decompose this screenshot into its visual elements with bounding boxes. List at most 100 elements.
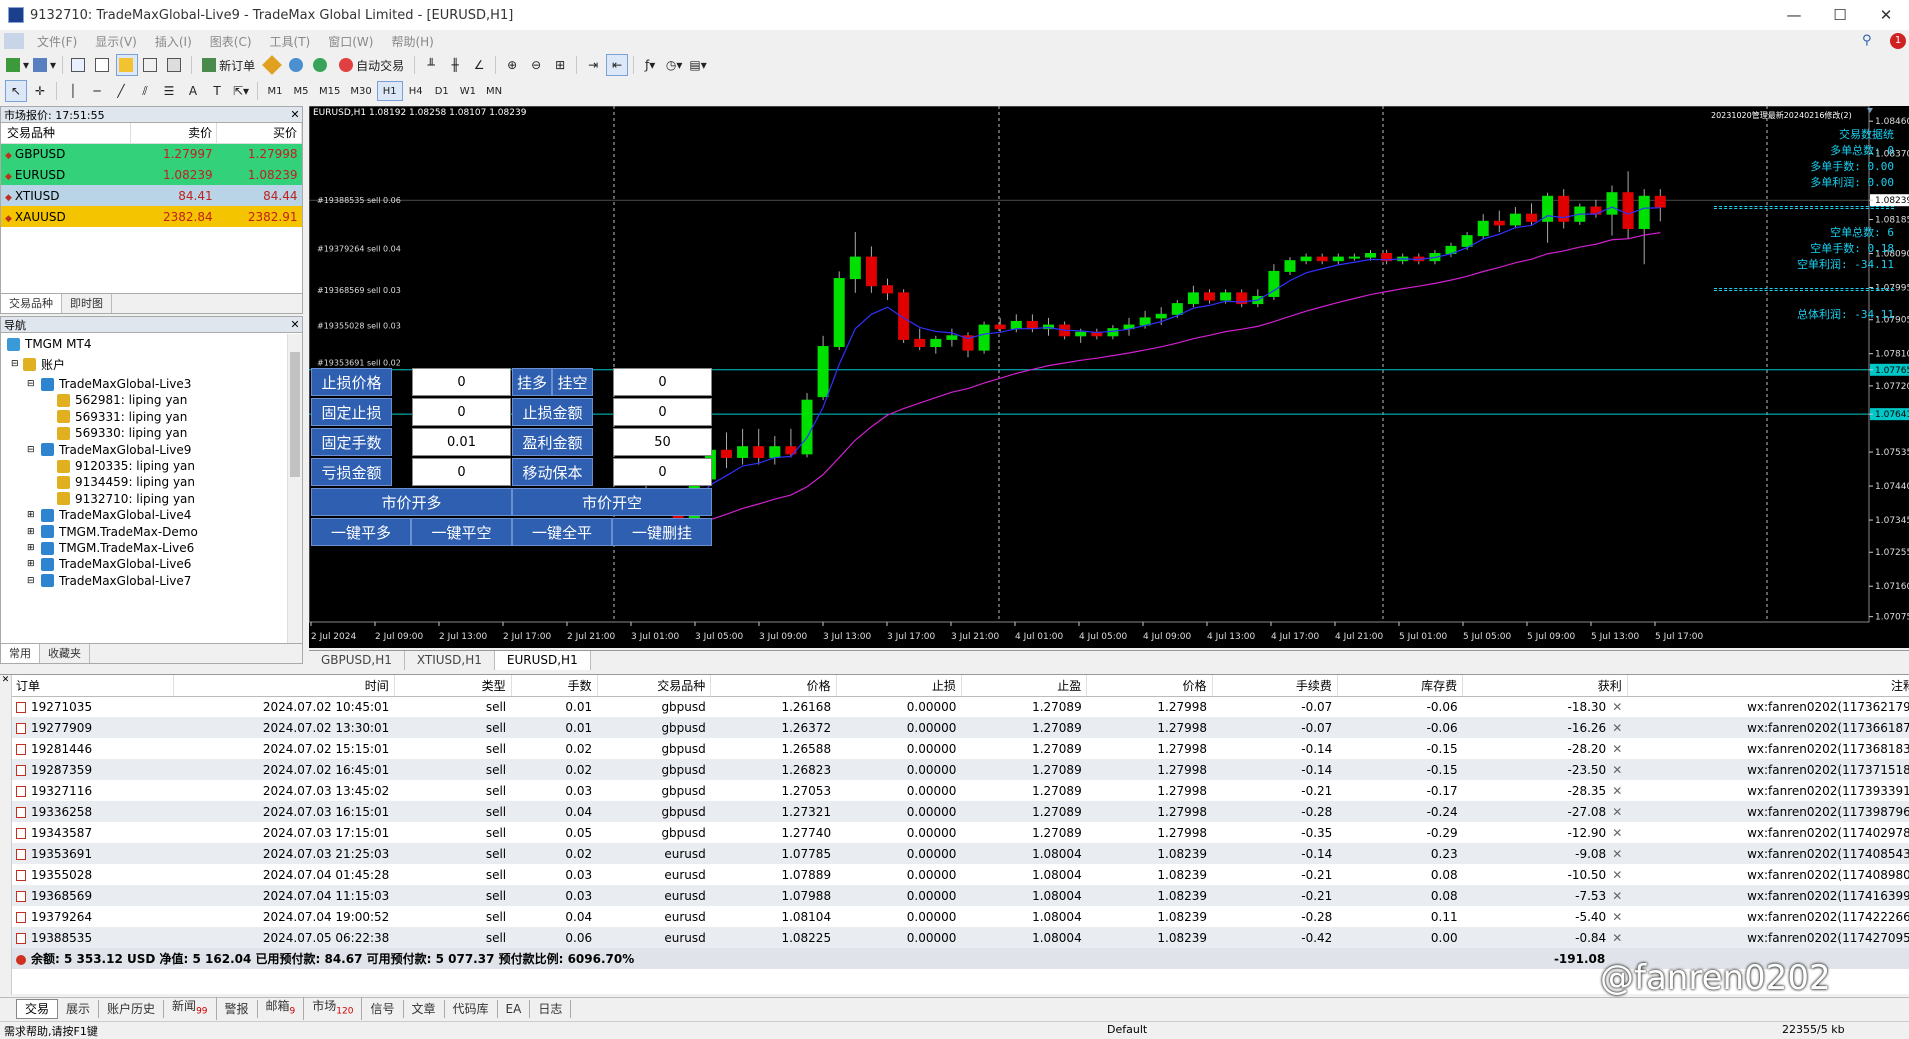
col-header[interactable]: 价格 bbox=[1086, 675, 1213, 697]
col-header[interactable]: 类型 bbox=[394, 675, 512, 697]
terminal-tab[interactable]: EA bbox=[498, 999, 531, 1018]
order-row[interactable]: 19388535 2024.07.05 06:22:38 sell 0.06 eurus… bbox=[12, 927, 1909, 948]
text-label-icon[interactable]: T bbox=[206, 80, 228, 102]
fixed-sl-button[interactable]: 固定止损 bbox=[311, 398, 392, 426]
col-header[interactable]: 止损 bbox=[836, 675, 962, 697]
tile-windows-icon[interactable]: ⊞ bbox=[549, 54, 571, 76]
menu-view[interactable]: 显示(V) bbox=[86, 33, 146, 50]
candlestick-icon[interactable]: ╫ bbox=[444, 54, 466, 76]
terminal-tab[interactable]: 市场120 bbox=[304, 996, 363, 1021]
order-row[interactable]: 19368569 2024.07.04 11:15:03 sell 0.03 eurus… bbox=[12, 885, 1909, 906]
fixed-sl-input[interactable]: 0 bbox=[412, 398, 511, 426]
close-order-icon[interactable]: ✕ bbox=[1612, 805, 1622, 819]
bar-chart-icon[interactable]: ╨ bbox=[420, 54, 442, 76]
market-watch-row[interactable]: ◆ GBPUSD 1.27997 1.27998 bbox=[1, 143, 302, 164]
order-row[interactable]: 19343587 2024.07.03 17:15:01 sell 0.05 gbpus… bbox=[12, 822, 1909, 843]
breakeven-input[interactable]: 0 bbox=[613, 458, 712, 486]
horizontal-line-icon[interactable]: ─ bbox=[86, 80, 108, 102]
expand-icon[interactable]: ⊞ bbox=[27, 543, 41, 553]
order-row[interactable]: 19271035 2024.07.02 10:45:01 sell 0.01 gbpus… bbox=[12, 696, 1909, 717]
fixed-lots-input[interactable]: 0.01 bbox=[412, 428, 511, 456]
chart-shift-icon[interactable]: ⇤ bbox=[606, 54, 629, 76]
zoom-out-icon[interactable]: ⊖ bbox=[525, 54, 547, 76]
auto-trading-button[interactable]: 自动交易 bbox=[334, 54, 409, 76]
order-row[interactable]: 19353691 2024.07.03 21:25:03 sell 0.02 eurus… bbox=[12, 843, 1909, 864]
close-icon[interactable]: ✕ bbox=[288, 318, 302, 331]
close-order-icon[interactable]: ✕ bbox=[1612, 784, 1622, 798]
tab-symbols[interactable]: 交易品种 bbox=[1, 294, 62, 313]
loss-amount-input[interactable]: 0 bbox=[412, 458, 511, 486]
trendline-icon[interactable]: ╱ bbox=[110, 80, 132, 102]
tester-icon[interactable] bbox=[164, 54, 186, 76]
close-order-icon[interactable]: ✕ bbox=[1612, 889, 1622, 903]
periods-icon[interactable]: ◷▾ bbox=[663, 54, 685, 76]
vps-icon[interactable] bbox=[310, 54, 332, 76]
indicators-icon[interactable]: ƒ▾ bbox=[639, 54, 661, 76]
zoom-in-icon[interactable]: ⊕ bbox=[501, 54, 523, 76]
terminal-tab[interactable]: 展示 bbox=[58, 999, 100, 1018]
order-row[interactable]: 19277909 2024.07.02 13:30:01 sell 0.01 gbpus… bbox=[12, 717, 1909, 738]
expand-icon[interactable]: ⊞ bbox=[27, 527, 41, 537]
close-order-icon[interactable]: ✕ bbox=[1612, 931, 1622, 945]
market-watch-row[interactable]: ◆ XAUUSD 2382.84 2382.91 bbox=[1, 206, 302, 227]
cursor-icon[interactable]: ↖ bbox=[5, 80, 27, 102]
market-watch-row[interactable]: ◆ XTIUSD 84.41 84.44 bbox=[1, 185, 302, 206]
timeframe-w1[interactable]: W1 bbox=[455, 81, 481, 101]
expand-icon[interactable]: ⊞ bbox=[27, 510, 41, 520]
timeframe-h4[interactable]: H4 bbox=[403, 81, 429, 101]
menu-tools[interactable]: 工具(T) bbox=[261, 33, 320, 50]
sl-amount-button[interactable]: 止损金额 bbox=[512, 398, 593, 426]
col-header[interactable]: 交易品种 bbox=[597, 675, 712, 697]
profiles-icon[interactable]: ▾ bbox=[32, 54, 57, 76]
notification-icon[interactable]: 1 bbox=[1890, 33, 1906, 49]
terminal-tab[interactable]: 新闻99 bbox=[164, 996, 217, 1021]
sl-price-input[interactable]: 0 bbox=[412, 368, 511, 396]
close-button[interactable]: ✕ bbox=[1863, 6, 1909, 24]
chart-tab-eurusd[interactable]: EURUSD,H1 bbox=[494, 651, 591, 670]
expand-icon[interactable]: ⊞ bbox=[27, 559, 41, 569]
metaeditor-icon[interactable] bbox=[261, 54, 284, 76]
terminal-tab[interactable]: 账户历史 bbox=[99, 999, 165, 1018]
market-buy-button[interactable]: 市价开多 bbox=[311, 488, 512, 516]
pending-buy-button[interactable]: 挂多 bbox=[512, 368, 552, 396]
order-row[interactable]: 19336258 2024.07.03 16:15:01 sell 0.04 gbpus… bbox=[12, 801, 1909, 822]
col-header[interactable]: 价格 bbox=[710, 675, 837, 697]
navigator-scrollbar[interactable] bbox=[287, 334, 302, 644]
pending-sell-button[interactable]: 挂空 bbox=[552, 368, 593, 396]
close-order-icon[interactable]: ✕ bbox=[1612, 721, 1622, 735]
col-header[interactable]: 时间 bbox=[173, 675, 395, 697]
timeframe-m5[interactable]: M5 bbox=[288, 81, 314, 101]
signals-icon[interactable] bbox=[286, 54, 308, 76]
terminal-icon[interactable] bbox=[140, 54, 162, 76]
minimize-button[interactable]: — bbox=[1771, 6, 1817, 24]
timeframe-d1[interactable]: D1 bbox=[429, 81, 455, 101]
close-order-icon[interactable]: ✕ bbox=[1612, 868, 1622, 882]
close-all-button[interactable]: 一键全平 bbox=[512, 518, 612, 546]
fixed-lots-button[interactable]: 固定手数 bbox=[311, 428, 392, 456]
nav-root[interactable]: TMGM MT4 bbox=[7, 334, 91, 354]
timeframe-m1[interactable]: M1 bbox=[262, 81, 288, 101]
timeframe-m15[interactable]: M15 bbox=[314, 81, 345, 101]
menu-help[interactable]: 帮助(H) bbox=[382, 33, 442, 50]
order-row[interactable]: 19355028 2024.07.04 01:45:28 sell 0.03 eurus… bbox=[12, 864, 1909, 885]
line-chart-icon[interactable]: ∠ bbox=[468, 54, 490, 76]
expand-icon[interactable]: ⊟ bbox=[27, 445, 41, 455]
auto-scroll-icon[interactable]: ⇥ bbox=[582, 54, 604, 76]
col-header[interactable]: 手续费 bbox=[1212, 675, 1338, 697]
close-icon[interactable]: ✕ bbox=[0, 675, 11, 685]
collapse-icon[interactable]: ⊟ bbox=[11, 359, 23, 369]
vertical-line-icon[interactable]: │ bbox=[62, 80, 84, 102]
maximize-button[interactable]: ☐ bbox=[1817, 6, 1863, 24]
col-symbol[interactable]: 交易品种 bbox=[1, 123, 132, 144]
close-order-icon[interactable]: ✕ bbox=[1612, 763, 1622, 777]
col-bid[interactable]: 卖价 bbox=[130, 123, 218, 144]
close-order-icon[interactable]: ✕ bbox=[1612, 742, 1622, 756]
market-sell-button[interactable]: 市价开空 bbox=[512, 488, 712, 516]
terminal-tab[interactable]: 交易 bbox=[16, 998, 59, 1019]
tp-amount-input[interactable]: 50 bbox=[613, 428, 712, 456]
chart-tab-xtiusd[interactable]: XTIUSD,H1 bbox=[405, 651, 495, 670]
terminal-tab[interactable]: 日志 bbox=[530, 999, 572, 1018]
menu-chart[interactable]: 图表(C) bbox=[201, 33, 261, 50]
loss-amount-button[interactable]: 亏损金额 bbox=[311, 458, 392, 486]
market-watch-icon[interactable] bbox=[68, 54, 90, 76]
